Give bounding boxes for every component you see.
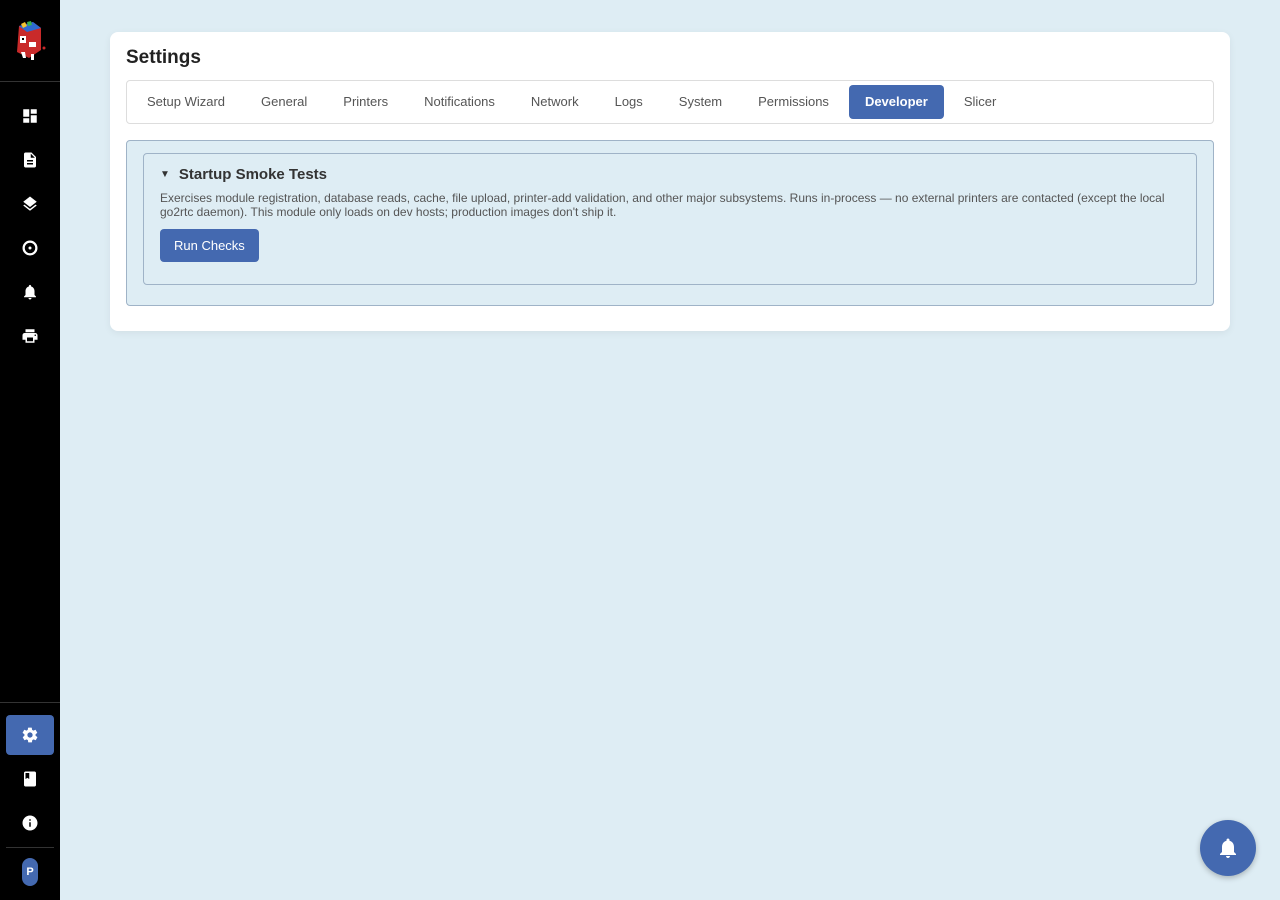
dashboard-icon (23, 109, 37, 123)
tab-slicer[interactable]: Slicer (948, 85, 1013, 119)
sidebar-item-dashboard[interactable] (6, 96, 54, 136)
tab-developer[interactable]: Developer (848, 85, 944, 119)
settings-card: Settings Setup Wizard General Printers N… (110, 32, 1230, 331)
tab-setup-wizard[interactable]: Setup Wizard (131, 85, 241, 119)
settings-tabs: Setup Wizard General Printers Notificati… (126, 80, 1214, 124)
sidebar-item-layers[interactable] (6, 184, 54, 224)
printer-icon (22, 329, 38, 343)
sidebar-item-files[interactable] (6, 140, 54, 180)
printer-mascot-logo-icon (17, 20, 46, 60)
sidebar-item-notifications[interactable] (6, 272, 54, 312)
user-avatar[interactable]: P (22, 858, 38, 886)
spool-icon (22, 240, 38, 256)
tab-notifications[interactable]: Notifications (408, 85, 511, 119)
tab-permissions[interactable]: Permissions (742, 85, 845, 119)
bell-icon (24, 284, 36, 300)
smoke-tests-description: Exercises module registration, database … (160, 191, 1165, 219)
developer-panel: ▼ Startup Smoke Tests Exercises module r… (126, 140, 1214, 306)
page-title: Settings (126, 47, 201, 68)
gear-icon (22, 727, 38, 743)
caret-down-icon: ▼ (160, 169, 170, 180)
sidebar-bottom-nav: P (0, 702, 60, 900)
smoke-tests-section: ▼ Startup Smoke Tests Exercises module r… (143, 153, 1197, 285)
tab-network[interactable]: Network (515, 85, 595, 119)
smoke-tests-title: Startup Smoke Tests (178, 166, 328, 183)
notifications-fab[interactable] (1200, 820, 1256, 876)
run-checks-button[interactable]: Run Checks (160, 229, 259, 262)
file-icon (24, 152, 36, 168)
app-logo[interactable] (0, 0, 60, 82)
sidebar-item-spools[interactable] (6, 228, 54, 268)
layers-icon (23, 196, 37, 211)
bell-icon (1220, 838, 1236, 858)
sidebar-item-settings[interactable] (6, 715, 54, 755)
smoke-tests-toggle[interactable]: ▼ Startup Smoke Tests (160, 166, 1180, 183)
sidebar: P (0, 0, 60, 900)
sidebar-top-nav (6, 82, 54, 360)
tab-general[interactable]: General (245, 85, 323, 119)
tab-logs[interactable]: Logs (599, 85, 659, 119)
sidebar-item-about[interactable] (6, 803, 54, 843)
sidebar-item-docs[interactable] (6, 759, 54, 799)
sidebar-item-printers[interactable] (6, 316, 54, 356)
info-icon (22, 815, 38, 831)
tab-system[interactable]: System (663, 85, 738, 119)
book-icon (24, 771, 36, 787)
tab-printers[interactable]: Printers (327, 85, 404, 119)
